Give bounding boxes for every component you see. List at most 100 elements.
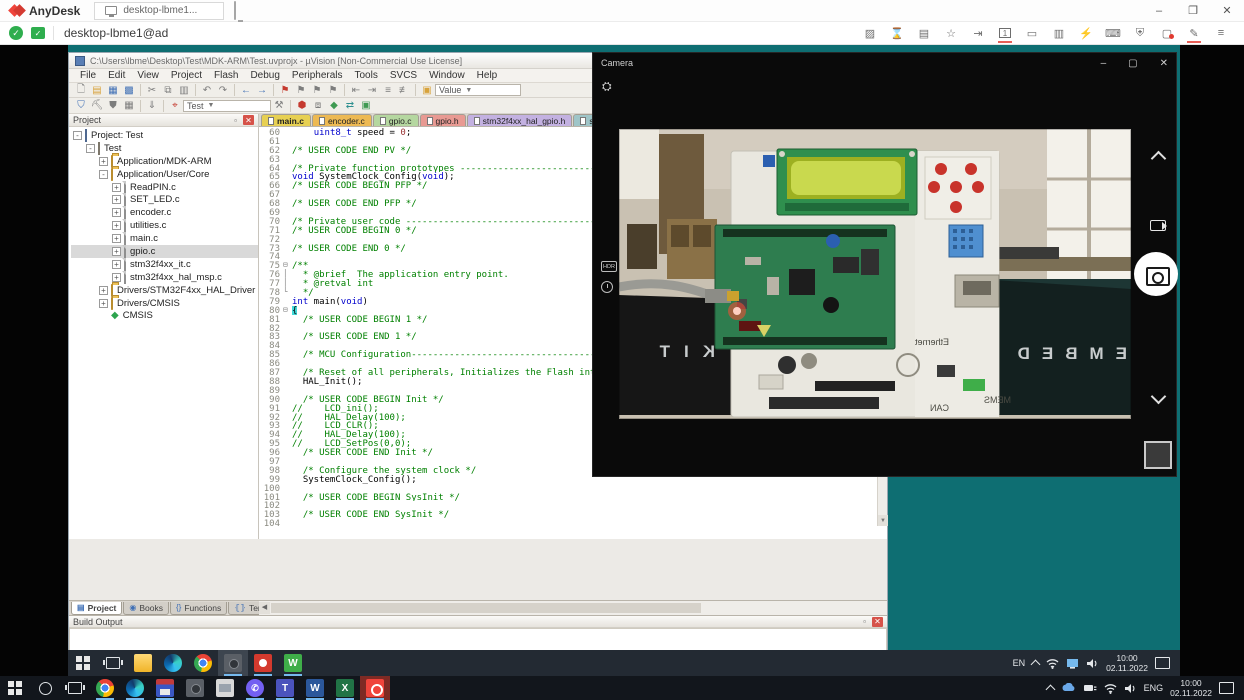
new-session-button[interactable] [234,2,236,20]
chevron-down-icon[interactable] [1151,389,1167,405]
whiteboard-pen-icon[interactable]: ✎ [1185,25,1203,41]
tree-item-main-c[interactable]: +main.c [71,232,258,245]
pack-installer-icon[interactable]: ⬢ [294,99,310,112]
bookmark-next-icon[interactable]: ⚑ [309,84,325,97]
anydesk-session-tab[interactable]: desktop-lbme1... [94,2,224,20]
anydesk-taskbar-button[interactable] [360,676,390,700]
tree-item-test[interactable]: -Test [71,142,258,155]
clock[interactable]: 10:0002.11.2022 [1170,678,1212,698]
rebuild-icon[interactable]: ⛊ [105,99,121,112]
update-icon[interactable]: ⇄ [342,99,358,112]
bookmark-clear-icon[interactable]: ⚑ [325,84,341,97]
manage-components-icon[interactable]: ◆ [326,99,342,112]
start-button[interactable] [0,676,30,700]
tree-item-stm32f4xx-it-c[interactable]: +stm32f4xx_it.c [71,258,258,271]
panel-tab-books[interactable]: ◉Books [123,602,169,615]
floppy-app-button[interactable] [150,676,180,700]
editor-tab-gpio.c[interactable]: gpio.c [373,114,419,126]
screenshot-icon[interactable]: ▨ [861,25,879,41]
save-icon[interactable]: ▦ [105,84,121,97]
tree-expander-icon[interactable]: + [112,234,121,243]
tree-item-drivers-stm32f4xx-hal-driver[interactable]: +Drivers/STM32F4xx_HAL_Driver [71,284,258,297]
wait-icon[interactable]: ⌛ [888,25,906,41]
task-view-button[interactable] [98,650,128,676]
start-button[interactable] [68,650,98,676]
favorites-icon[interactable]: ☆ [942,25,960,41]
tree-item-set-led-c[interactable]: +SET_LED.c [71,193,258,206]
menu-edit[interactable]: Edit [103,69,130,82]
fold-marker-icon[interactable]: ⊟ [283,306,292,315]
menu-file[interactable]: File [75,69,101,82]
tree-expander-icon[interactable]: + [112,260,121,269]
tree-item-drivers-cmsis[interactable]: +Drivers/CMSIS [71,297,258,310]
menu-debug[interactable]: Debug [245,69,284,82]
actions-icon[interactable]: ⚡ [1077,25,1095,41]
camera-app-button[interactable] [218,650,248,676]
redo-icon[interactable]: ↷ [215,84,231,97]
tree-item-stm32f4xx-hal-msp-c[interactable]: +stm32f4xx_hal_msp.c [71,271,258,284]
tree-item-project-test[interactable]: -Project: Test [71,129,258,142]
menu-window[interactable]: Window [424,69,470,82]
onedrive-icon[interactable] [1061,683,1076,693]
target-options-icon[interactable]: ⚒ [271,99,287,112]
green-w-app-button[interactable]: W [278,650,308,676]
editor-tab-stm32f4xx_hal_gpio.h[interactable]: stm32f4xx_hal_gpio.h [467,114,573,126]
take-photo-button[interactable] [1134,252,1178,296]
minimize-button[interactable]: – [1142,0,1176,22]
code-line-103[interactable]: 103 /* USER CODE END SysInit */ [259,510,877,519]
undo-icon[interactable]: ↶ [199,84,215,97]
wifi-icon[interactable] [1046,658,1059,669]
tree-item-gpio-c[interactable]: +gpio.c [71,245,258,258]
tree-expander-icon[interactable]: + [112,247,121,256]
close-panel-icon[interactable]: ✕ [872,617,883,627]
monitor-icon[interactable]: ▭ [1023,25,1041,41]
file-explorer-button[interactable] [128,650,158,676]
value-combobox[interactable]: Value ▼ [435,84,521,96]
wifi-icon[interactable] [1104,683,1117,694]
bookmark-prev-icon[interactable]: ⚑ [293,84,309,97]
menu-tools[interactable]: Tools [350,69,383,82]
speaker-icon[interactable] [1086,658,1099,669]
tree-expander-icon[interactable]: + [112,208,121,217]
monitor-1-icon[interactable]: 1 [996,25,1014,41]
tree-expander-icon[interactable]: + [99,299,108,308]
file-transfer-icon[interactable]: ⇥ [969,25,987,41]
task-view-button[interactable] [60,676,90,700]
indent-icon[interactable]: ⇥ [364,84,380,97]
watch-icon[interactable]: ▣ [419,84,435,97]
tree-item-application-mdk-arm[interactable]: +Application/MDK-ARM [71,155,258,168]
uncomment-icon[interactable]: ≢ [396,84,412,97]
permissions-icon[interactable]: ⛨ [1131,25,1149,41]
photos-app-button[interactable] [210,676,240,700]
menu-view[interactable]: View [132,69,164,82]
nav-back-icon[interactable]: ← [238,84,254,97]
tree-expander-icon[interactable]: - [99,170,108,179]
chrome-button[interactable] [188,650,218,676]
copy-icon[interactable]: ⧉ [160,84,176,97]
panel-tab-functions[interactable]: {}Functions [170,602,227,615]
menu-flash[interactable]: Flash [209,69,243,82]
build-icon[interactable]: ⛏ [89,99,105,112]
panel-tab-project[interactable]: ▤Project [71,602,122,615]
excel-button[interactable]: X [330,676,360,700]
search-button[interactable] [30,676,60,700]
keyboard-icon[interactable]: ⌨ [1104,25,1122,41]
translate-icon[interactable]: ⛉ [73,99,89,112]
word-button[interactable]: W [300,676,330,700]
notification-center-icon[interactable] [1155,657,1170,669]
camera-settings-icon[interactable]: ⛭ [602,79,612,94]
tree-expander-icon[interactable]: + [112,221,121,230]
editor-horizontal-scrollbar[interactable]: ◀ [259,600,887,615]
viber-button[interactable]: ✆ [240,676,270,700]
code-line-102[interactable]: 102 [259,501,877,510]
tree-expander-icon[interactable]: + [112,195,121,204]
pin-icon[interactable]: ▫ [230,115,241,125]
edge-button[interactable] [158,650,188,676]
chrome-button[interactable] [90,676,120,700]
camera-app-button[interactable] [180,676,210,700]
tree-item-utilities-c[interactable]: +utilities.c [71,219,258,232]
editor-tab-encoder.c[interactable]: encoder.c [312,114,372,126]
remote-device-icon[interactable] [1083,683,1097,693]
tree-expander-icon[interactable]: + [112,273,121,282]
save-all-icon[interactable]: ▩ [121,84,137,97]
